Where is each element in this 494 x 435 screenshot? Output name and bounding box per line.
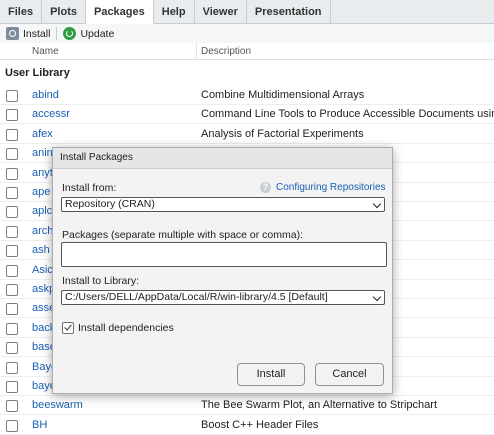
library-value: C:/Users/DELL/AppData/Local/R/win-librar… (65, 291, 328, 303)
dialog-cancel-button[interactable]: Cancel (315, 363, 384, 386)
dialog-title: Install Packages (53, 148, 392, 169)
install-from-value: Repository (CRAN) (65, 198, 155, 210)
checkbox-checked (62, 322, 74, 334)
install-from-label: Install from: (62, 182, 117, 194)
install-to-library-label: Install to Library: (62, 275, 140, 287)
dialog-install-button[interactable]: Install (237, 363, 305, 386)
configuring-repositories-link[interactable]: ? Configuring Repositories (260, 182, 386, 193)
install-from-select[interactable]: Repository (CRAN) (61, 197, 385, 212)
library-select[interactable]: C:/Users/DELL/AppData/Local/R/win-librar… (61, 290, 385, 305)
packages-input[interactable] (61, 242, 387, 267)
chevron-down-icon (372, 199, 382, 209)
help-link-label: Configuring Repositories (276, 182, 386, 193)
install-packages-dialog: Install Packages Install from: ? Configu… (52, 147, 393, 394)
install-dependencies-checkbox[interactable]: Install dependencies (62, 322, 174, 334)
install-dependencies-label: Install dependencies (78, 322, 174, 334)
help-icon: ? (260, 182, 271, 193)
chevron-down-icon (372, 292, 382, 302)
packages-label: Packages (separate multiple with space o… (62, 229, 304, 241)
modal-overlay: Install Packages Install from: ? Configu… (0, 0, 494, 432)
